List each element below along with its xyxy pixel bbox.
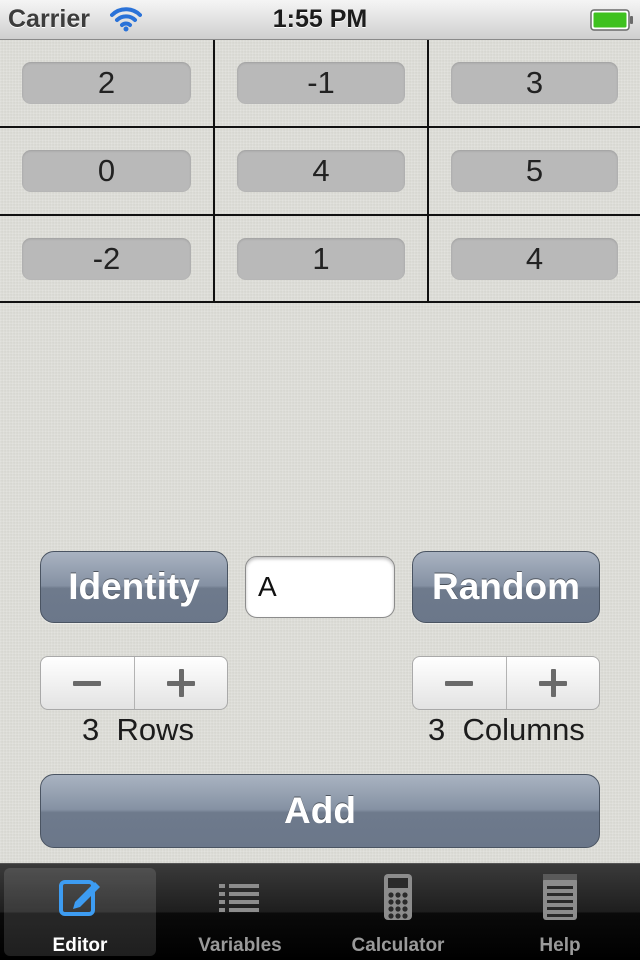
calculator-icon [384,874,412,920]
tab-variables[interactable]: Variables [164,868,316,956]
matrix-cell: 1 [215,216,429,303]
matrix-value-field[interactable]: 0 [22,150,191,192]
minus-icon [73,681,102,686]
tab-help[interactable]: Help [484,868,636,956]
tab-calculator[interactable]: Calculator [322,868,474,956]
matrix-cell: 3 [429,40,640,128]
battery-full-icon [590,9,633,31]
identity-button[interactable]: Identity [40,551,228,623]
random-button[interactable]: Random [412,551,600,623]
matrix-grid: 2 -1 3 0 4 5 -2 1 4 [0,40,640,303]
matrix-value-field[interactable]: -1 [237,62,405,104]
tab-editor[interactable]: Editor [4,868,156,956]
tab-label: Editor [52,935,108,956]
tab-label: Help [539,935,581,956]
matrix-cell: 4 [429,216,640,303]
matrix-name-field[interactable]: A [245,556,395,618]
matrix-cell: -1 [215,40,429,128]
status-time: 1:55 PM [272,5,368,33]
rows-label: Rows [116,712,194,747]
columns-increment-button[interactable] [505,657,600,709]
tab-label: Variables [198,935,282,956]
tab-label: Calculator [351,935,445,956]
rows-decrement-button[interactable] [41,657,134,709]
plus-icon [166,669,195,697]
matrix-cell: 2 [0,40,215,128]
minus-icon [445,681,474,686]
matrix-value-field[interactable]: 4 [451,238,618,280]
matrix-cell: 5 [429,128,640,216]
matrix-cell: 0 [0,128,215,216]
matrix-cell: 4 [215,128,429,216]
columns-decrement-button[interactable] [413,657,506,709]
columns-caption: 3 Columns [428,712,585,748]
matrix-value-field[interactable]: -2 [22,238,191,280]
columns-stepper [412,656,600,710]
edit-icon [59,880,100,916]
plus-icon [538,669,567,697]
add-button[interactable]: Add [40,774,600,848]
matrix-value-field[interactable]: 5 [451,150,618,192]
matrix-value-field[interactable]: 1 [237,238,405,280]
columns-label: Columns [462,712,585,747]
matrix-value-field[interactable]: 3 [451,62,618,104]
list-icon [219,884,259,912]
rows-caption: 3 Rows [82,712,194,748]
matrix-value-field[interactable]: 4 [237,150,405,192]
rows-stepper [40,656,228,710]
rows-count: 3 [82,712,100,747]
notepad-icon [543,874,577,920]
tab-bar: Editor Variables Calculator Help [0,863,640,960]
rows-increment-button[interactable] [133,657,228,709]
columns-count: 3 [428,712,446,747]
status-bar: Carrier 1:55 PM [0,0,640,40]
matrix-cell: -2 [0,216,215,303]
matrix-value-field[interactable]: 2 [22,62,191,104]
